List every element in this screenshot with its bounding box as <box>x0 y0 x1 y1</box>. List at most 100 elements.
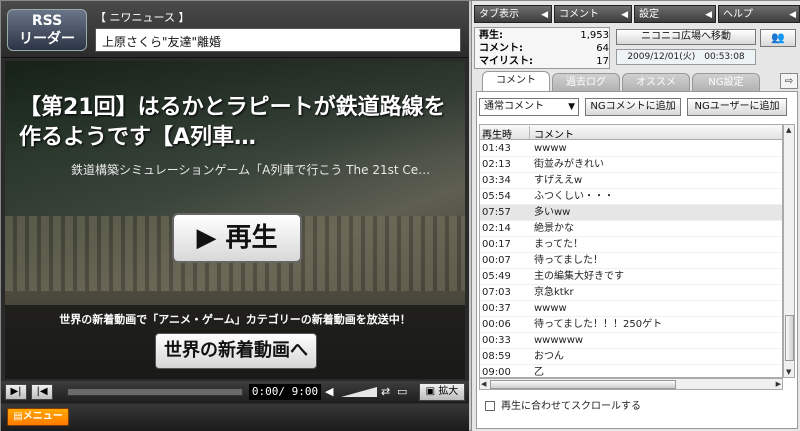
stat-views: 再生: 1,953 <box>479 29 609 42</box>
table-row[interactable]: 00:17 まってた！ <box>480 237 782 253</box>
row-time: 00:17 <box>482 239 511 250</box>
row-time: 00:07 <box>482 255 511 266</box>
row-comment: 多いww <box>534 207 571 218</box>
play-pause-button[interactable]: ▶| <box>5 384 27 400</box>
comments-value: 64 <box>596 43 609 54</box>
filter-row: 通常コメント ▼ NGコメントに追加 NGユーザーに追加 <box>479 98 797 116</box>
stat-comments: コメント: 64 <box>479 42 609 55</box>
table-row[interactable]: 05:49 主の編集大好きです <box>480 269 782 285</box>
col-comment-header[interactable]: コメント <box>534 126 574 141</box>
rss-reader-logo[interactable]: RSS リーダー <box>7 9 87 51</box>
video-description: 鉄道構築シミュレーションゲーム「A列車で行こう The 21st Ce… <box>71 163 431 177</box>
zoom-button[interactable]: ▣ 拡大 <box>419 383 465 401</box>
mylist-label: マイリスト: <box>479 56 533 67</box>
scroll-right-icon[interactable]: ▶ <box>776 380 781 388</box>
menu-comment[interactable]: コメント ◀ <box>554 5 632 23</box>
table-row[interactable]: 00:07 待ってました！ <box>480 253 782 269</box>
vertical-scrollbar[interactable]: ▲ ▼ <box>783 124 795 378</box>
sync-scroll-option[interactable]: 再生に合わせてスクロールする <box>485 400 641 414</box>
scroll-left-icon[interactable]: ◀ <box>481 380 486 388</box>
player-panel: RSS リーダー 【 ニワニュース 】 上原さくら"友達"離婚 【第21回】はる… <box>1 1 469 431</box>
table-row[interactable]: 05:54 ふつくしい・・・ <box>480 189 782 205</box>
tab-ng-settings[interactable]: NG設定 <box>692 73 760 91</box>
ng-user-add-button[interactable]: NGユーザーに追加 <box>687 98 787 116</box>
tab-recommend[interactable]: オススメ <box>622 73 690 91</box>
panel-expand-icon[interactable]: ⇨ <box>780 73 798 89</box>
table-row[interactable]: 00:33 wwwwww <box>480 333 782 349</box>
volume-slider[interactable] <box>341 387 377 397</box>
menu-help-label: ヘルプ <box>723 9 753 20</box>
play-button[interactable]: ▶ 再生 <box>172 213 302 263</box>
rss-logo-line1: RSS <box>31 13 63 29</box>
vertical-scroll-thumb[interactable] <box>785 315 794 361</box>
zoom-label: 拡大 <box>438 386 459 397</box>
table-row[interactable]: 00:37 wwww <box>480 301 782 317</box>
table-row[interactable]: 09:00 乙 <box>480 365 782 378</box>
table-row[interactable]: 07:57 多いww <box>480 205 782 221</box>
ng-comment-add-button[interactable]: NGコメントに追加 <box>585 98 681 116</box>
table-row[interactable]: 08:59 おつん <box>480 349 782 365</box>
nico-plaza-button[interactable]: ニコニコ広場へ移動 <box>616 29 756 45</box>
views-label: 再生: <box>479 30 503 41</box>
menu-settings[interactable]: 設定 ◀ <box>634 5 716 23</box>
time-current: 0:00 <box>251 385 279 398</box>
horizontal-scroll-thumb[interactable] <box>490 380 676 389</box>
loop-icon[interactable]: ⇄ <box>381 384 397 400</box>
video-area[interactable]: 【第21回】はるかとラピートが鉄道路線を作るようです【A列車… 鉄道構築シミュレ… <box>5 61 465 379</box>
menu-help[interactable]: ヘルプ ◀ <box>718 5 800 23</box>
row-time: 08:59 <box>482 351 511 362</box>
row-comment: 待ってました！！！250ゲト <box>534 319 663 330</box>
table-row[interactable]: 01:43 wwww <box>480 141 782 157</box>
table-row[interactable]: 02:13 街並みがきれい <box>480 157 782 173</box>
comment-side-panel: タブ表示 ◀ コメント ◀ 設定 ◀ ヘルプ ◀ 再生: 1,953 コメント: 64 … <box>471 1 800 431</box>
rewind-button[interactable]: |◀ <box>31 384 53 400</box>
row-comment: 乙 <box>534 367 544 378</box>
current-datetime: 2009/12/01(火) 00:53:08 <box>616 49 756 65</box>
row-time: 07:57 <box>482 207 511 218</box>
sync-scroll-checkbox[interactable] <box>485 401 495 411</box>
menu-bar: ▤メニュー <box>1 404 469 431</box>
table-row[interactable]: 07:03 京急ktkr <box>480 285 782 301</box>
rss-headline[interactable]: 上原さくら"友達"離婚 <box>95 28 461 52</box>
top-menu: タブ表示 ◀ コメント ◀ 設定 ◀ ヘルプ ◀ <box>472 5 800 23</box>
row-comment: 街並みがきれい <box>534 159 604 170</box>
rss-logo-line2: リーダー <box>19 31 75 47</box>
world-new-videos-button[interactable]: 世界の新着動画へ <box>155 333 317 369</box>
scroll-down-icon[interactable]: ▼ <box>786 368 791 376</box>
chevron-down-icon: ▼ <box>568 102 575 112</box>
video-title: 【第21回】はるかとラピートが鉄道路線を作るようです【A列車… <box>19 95 446 150</box>
table-row[interactable]: 02:14 絶景かな <box>480 221 782 237</box>
volume-icon[interactable]: ◀ <box>325 384 339 400</box>
share-users-icon[interactable]: 👥 <box>760 29 796 47</box>
sync-scroll-label: 再生に合わせてスクロールする <box>501 401 641 412</box>
seek-bar[interactable] <box>67 388 243 396</box>
comments-label: コメント: <box>479 43 523 54</box>
menu-tab-display-label: タブ表示 <box>479 9 519 20</box>
table-row[interactable]: 03:34 すげええw <box>480 173 782 189</box>
scroll-up-icon[interactable]: ▲ <box>786 126 791 134</box>
row-comment: 絶景かな <box>534 223 574 234</box>
tab-past-log[interactable]: 過去ログ <box>552 73 620 91</box>
comment-tabs: コメント 過去ログ オススメ NG設定 ⇨ <box>476 71 800 91</box>
row-time: 00:06 <box>482 319 511 330</box>
rss-category: 【 ニワニュース 】 <box>95 11 190 24</box>
row-comment: ふつくしい・・・ <box>534 191 614 202</box>
comment-filter-select[interactable]: 通常コメント ▼ <box>479 98 579 116</box>
promo-text: 世界の新着動画で「アニメ・ゲーム」カテゴリーの新着動画を放送中！ <box>59 313 411 326</box>
col-time-header[interactable]: 再生時 <box>482 126 530 141</box>
horizontal-scrollbar[interactable]: ◀ ▶ <box>479 378 783 390</box>
menu-button[interactable]: ▤メニュー <box>7 408 69 426</box>
rss-reader-header: RSS リーダー 【 ニワニュース 】 上原さくら"友達"離婚 <box>1 1 469 58</box>
row-time: 03:34 <box>482 175 511 186</box>
row-time: 00:33 <box>482 335 511 346</box>
time-total: 9:00 <box>291 385 319 398</box>
tab-comment[interactable]: コメント <box>482 71 550 91</box>
row-time: 02:13 <box>482 159 511 170</box>
row-comment: wwww <box>534 303 567 314</box>
row-comment: 待ってました！ <box>534 255 603 266</box>
table-row[interactable]: 00:06 待ってました！！！250ゲト <box>480 317 782 333</box>
row-comment: wwww <box>534 143 567 154</box>
menu-tab-display[interactable]: タブ表示 ◀ <box>474 5 552 23</box>
row-time: 09:00 <box>482 367 511 378</box>
comment-toggle-icon[interactable]: ▭ <box>397 384 413 400</box>
